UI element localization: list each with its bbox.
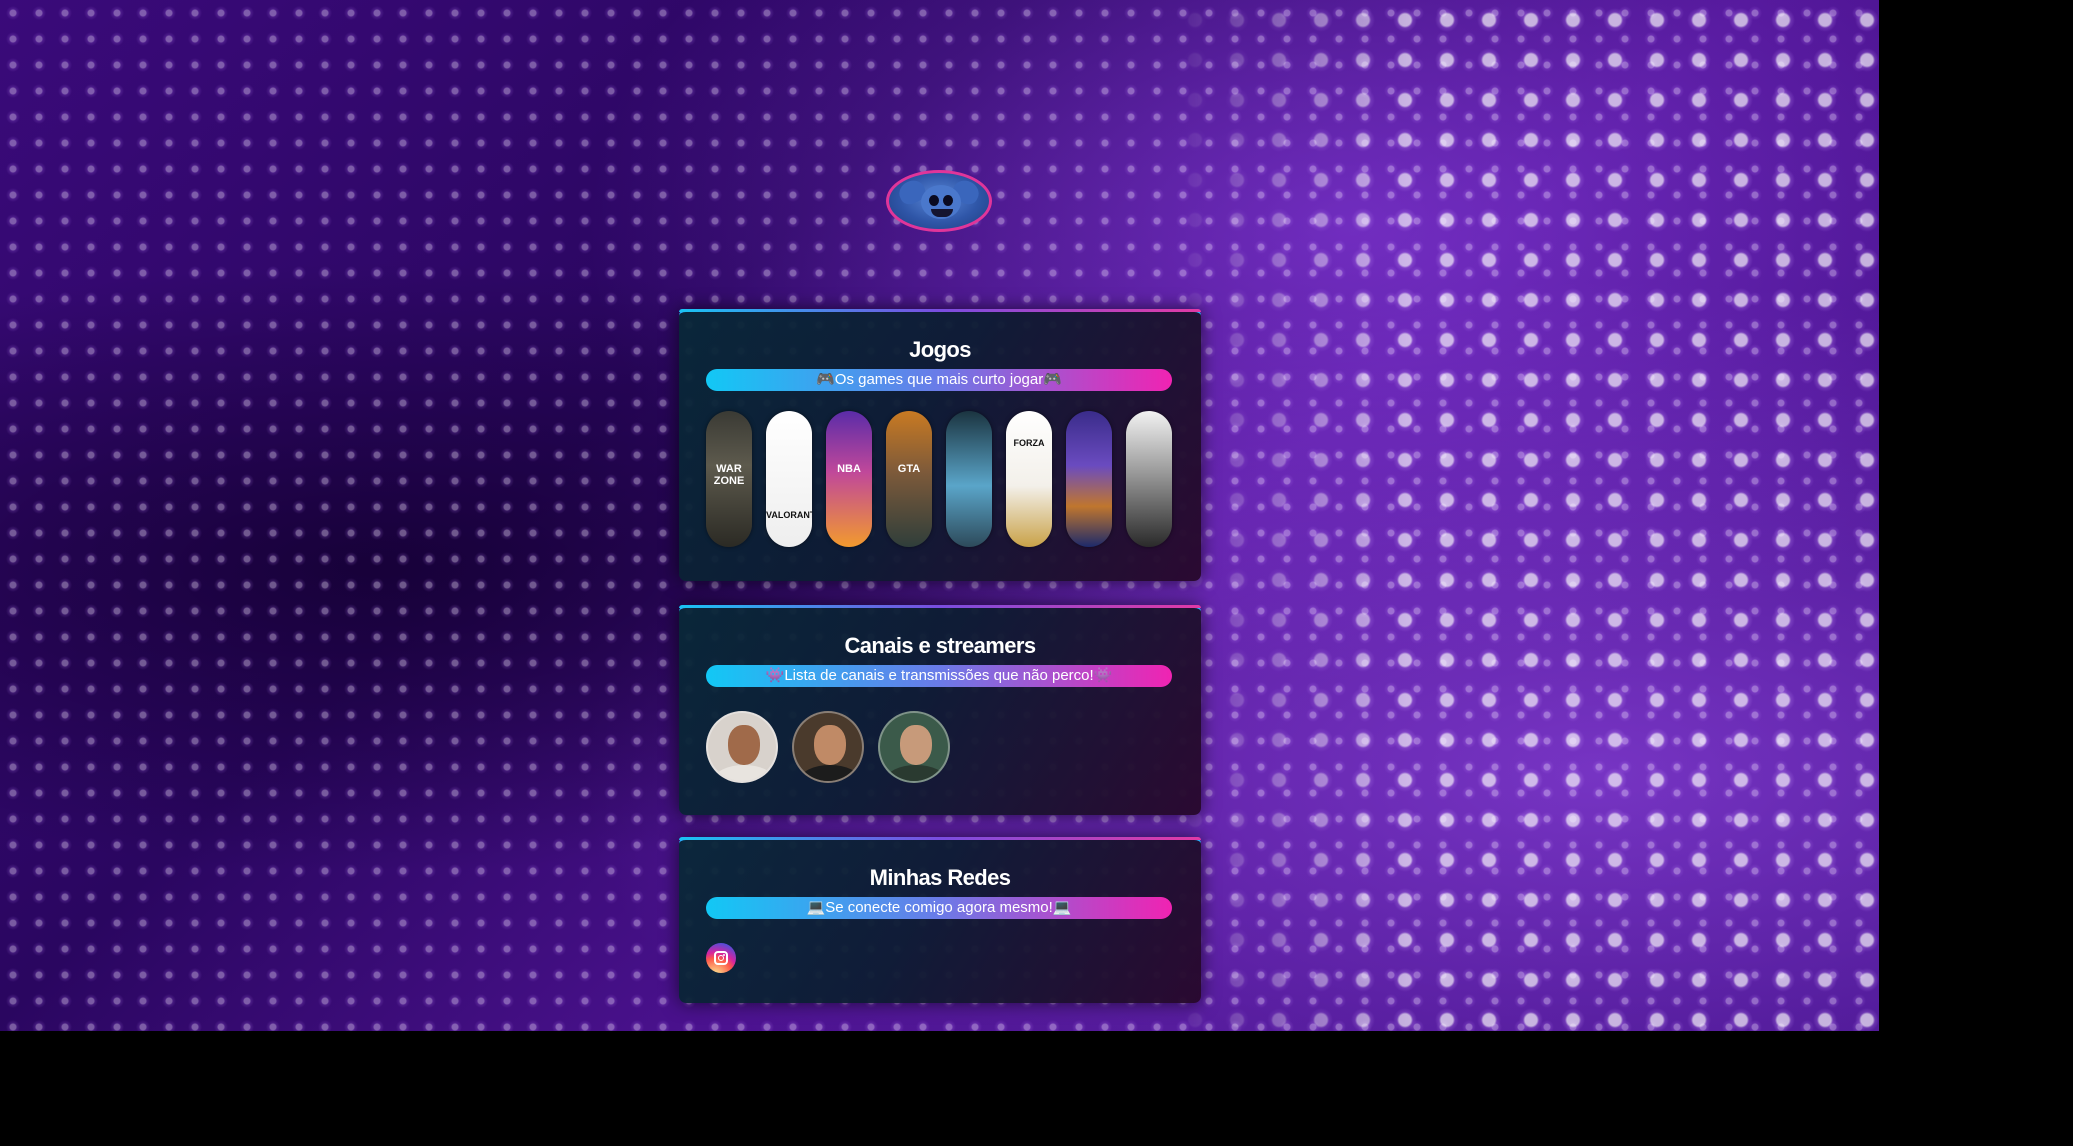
game-label: WAR ZONE	[713, 463, 745, 487]
avatar-eye-right	[943, 195, 953, 206]
streamer-1-avatar[interactable]	[706, 711, 778, 783]
streamer-body	[800, 765, 860, 781]
socials-card: Minhas Redes 💻Se conecte comigo agora me…	[679, 837, 1201, 1003]
streamer-face	[728, 725, 760, 765]
streamer-body	[714, 765, 774, 781]
streamers-title: Canais e streamers	[844, 633, 1037, 658]
streamers-subtitle: 👾Lista de canais e transmissões que não …	[706, 665, 1172, 687]
games-title: Jogos	[909, 337, 971, 362]
game-forza[interactable]: FORZA	[1006, 411, 1052, 547]
instagram-glyph	[714, 951, 728, 965]
socials-subtitle: 💻Se conecte comigo agora mesmo!💻	[706, 897, 1172, 919]
streamers-card: Canais e streamers 👾Lista de canais e tr…	[679, 605, 1201, 815]
instagram-icon[interactable]	[706, 943, 736, 973]
game-label: VALORANT	[766, 510, 812, 520]
socials-title: Minhas Redes	[869, 865, 1011, 890]
profile-avatar[interactable]	[886, 170, 992, 232]
game-warzone[interactable]: WAR ZONE	[706, 411, 752, 547]
streamers-list	[706, 711, 1006, 785]
games-list: WAR ZONE VALORANT NBA GTA FORZA	[706, 411, 1172, 547]
game-label: GTA	[897, 463, 921, 475]
game-label: FORZA	[1013, 438, 1045, 448]
streamer-face	[900, 725, 932, 765]
game-label: NBA	[837, 463, 861, 475]
game-nba[interactable]: NBA	[826, 411, 872, 547]
game-valorant[interactable]: VALORANT	[766, 411, 812, 547]
streamer-face	[814, 725, 846, 765]
game-fifa[interactable]	[946, 411, 992, 547]
streamer-3-avatar[interactable]	[878, 711, 950, 783]
streamer-body	[886, 765, 946, 781]
avatar-eye-left	[929, 195, 939, 206]
games-subtitle: 🎮Os games que mais curto jogar🎮	[706, 369, 1172, 391]
game-batman[interactable]	[1126, 411, 1172, 547]
games-card: Jogos 🎮Os games que mais curto jogar🎮 WA…	[679, 309, 1201, 581]
background: Jogos 🎮Os games que mais curto jogar🎮 WA…	[0, 0, 1879, 1031]
game-sports[interactable]	[1066, 411, 1112, 547]
game-gta[interactable]: GTA	[886, 411, 932, 547]
streamer-2-avatar[interactable]	[792, 711, 864, 783]
